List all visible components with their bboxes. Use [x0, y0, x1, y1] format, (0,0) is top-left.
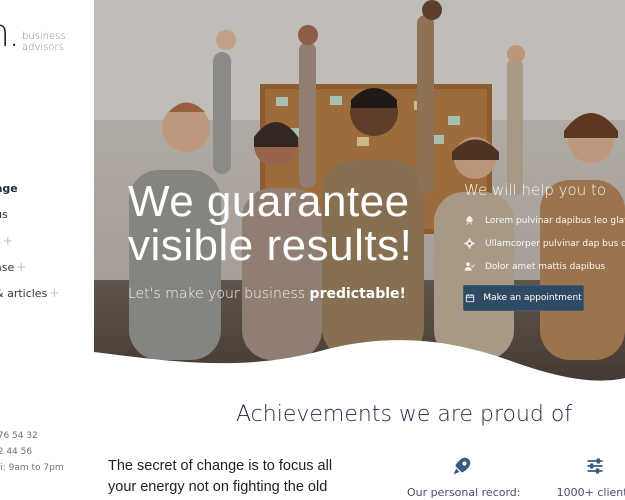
user-check-icon: [464, 262, 475, 271]
nav-label: ase: [0, 261, 15, 274]
gear-icon: [464, 238, 475, 249]
nav-item-contact[interactable]: t: [0, 310, 94, 336]
hero-content: We guarantee visible results! Let's make…: [94, 0, 625, 385]
logo-mark[interactable]: n.: [0, 14, 20, 52]
logo-line-business: business: [22, 31, 66, 42]
nav-label: age: [0, 182, 18, 195]
logo-text: business advisors: [22, 31, 66, 53]
stat-label: 1000+ clients: [556, 486, 625, 499]
nav-item-news-articles[interactable]: & articles +: [0, 284, 94, 310]
hero-headline: We guarantee visible results!: [128, 180, 412, 268]
expand-plus-icon[interactable]: +: [49, 286, 59, 300]
phone-1[interactable]: 576 54 32: [0, 428, 94, 444]
headline-line-1: We guarantee: [128, 177, 410, 226]
expand-plus-icon[interactable]: +: [16, 260, 26, 274]
rocket-icon: [453, 457, 471, 475]
help-item: Dolor amet mattis dapibus: [464, 255, 625, 278]
nav-item-about-us[interactable]: us: [0, 206, 94, 232]
sliders-icon: [587, 458, 603, 474]
make-appointment-label: Make an appointment: [483, 293, 582, 303]
subline-bold: predictable!: [309, 286, 406, 302]
expand-plus-icon[interactable]: +: [3, 234, 13, 248]
stat-clients: 1000+ clients: [550, 456, 625, 499]
subline-text: Let's make your business: [128, 286, 310, 302]
logo-line-advisors: advisors: [22, 42, 64, 53]
help-item: Ullamcorper pulvinar dap bus d: [464, 232, 625, 255]
sidebar: n. business advisors age us s+ ase+ & ar…: [0, 0, 94, 500]
help-item-text: Ullamcorper pulvinar dap bus d: [485, 238, 625, 249]
opening-hours: Fri: 9am to 7pm: [0, 463, 64, 473]
make-appointment-button[interactable]: Make an appointment: [463, 285, 584, 311]
achievements-title: Achievements we are proud of: [236, 402, 573, 427]
contact-info: 576 54 32 22 44 56 Fri: 9am to 7pm: [0, 428, 94, 476]
help-list: Lorem pulvinar dapibus leo glav Ullamcor…: [464, 209, 625, 278]
help-item: Lorem pulvinar dapibus leo glav: [464, 209, 625, 232]
help-item-text: Dolor amet mattis dapibus: [485, 261, 606, 272]
help-item-text: Lorem pulvinar dapibus leo glav: [485, 215, 625, 226]
calendar-icon: [466, 294, 475, 303]
phone-2[interactable]: 22 44 56: [0, 444, 94, 460]
stat-personal-record: Our personal record:: [407, 456, 521, 499]
nav-item-homepage[interactable]: age: [0, 180, 94, 206]
change-quote: The secret of change is to focus all you…: [108, 458, 333, 495]
nav-label: s: [0, 235, 1, 248]
nav-item-services[interactable]: s+: [0, 232, 94, 258]
rocket-icon: [466, 215, 473, 226]
headline-line-2: visible results!: [128, 221, 413, 270]
main-nav: age us s+ ase+ & articles+ t: [0, 180, 94, 336]
nav-label: us: [0, 208, 8, 221]
nav-item-case[interactable]: ase+: [0, 258, 94, 284]
nav-label: & articles: [0, 287, 48, 300]
hero-subline: Let's make your business predictable!: [128, 286, 406, 302]
stat-label: Our personal record:: [407, 486, 521, 499]
hero: We guarantee visible results! Let's make…: [94, 0, 625, 385]
help-title: We will help you to: [464, 181, 607, 199]
